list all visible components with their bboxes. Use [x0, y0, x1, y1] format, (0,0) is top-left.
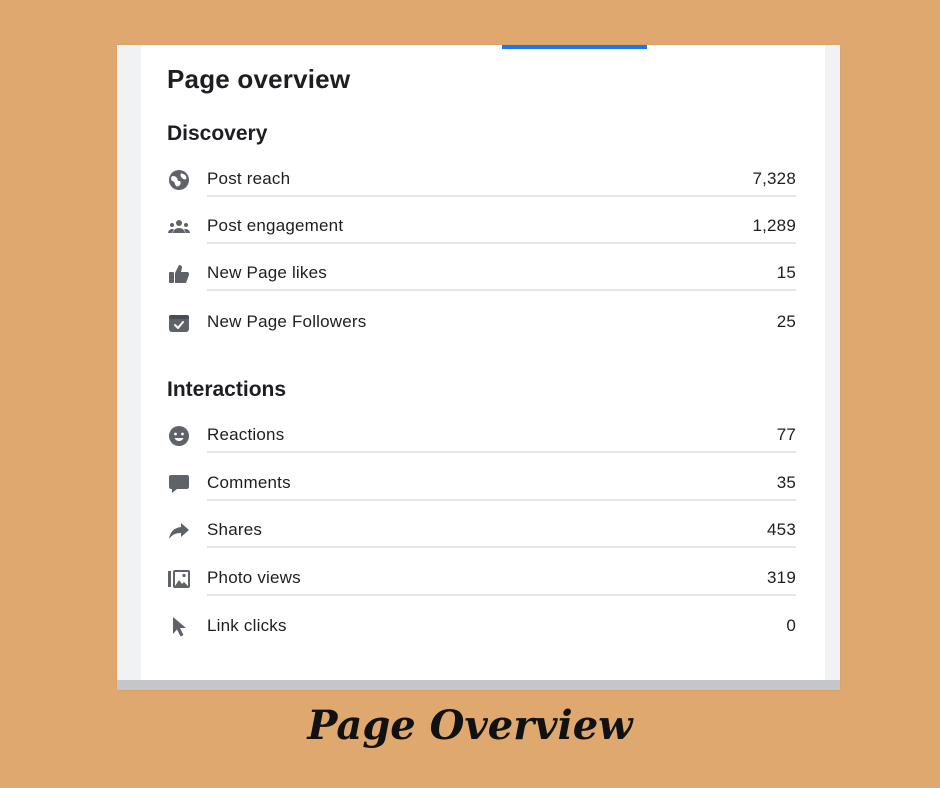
- share-arrow-icon: [164, 518, 194, 544]
- active-tab-indicator: [502, 45, 647, 49]
- metric-value: 15: [776, 263, 796, 282]
- metric-label: Photo views: [207, 568, 301, 587]
- metric-row-new-page-likes[interactable]: New Page likes 15: [164, 259, 796, 291]
- metric-value: 0: [786, 616, 796, 635]
- metric-row-post-engagement[interactable]: Post engagement 1,289: [164, 212, 796, 244]
- cursor-icon: [164, 614, 194, 640]
- metric-row-photo-views[interactable]: Photo views 319: [164, 564, 796, 596]
- metric-label: Post reach: [207, 169, 291, 188]
- comment-bubble-icon: [164, 471, 194, 497]
- metric-label: New Page Followers: [207, 312, 367, 331]
- page-title: Page overview: [167, 64, 351, 94]
- metric-label: Comments: [207, 473, 291, 492]
- frame-bottom-bar: [117, 680, 840, 690]
- metric-value: 319: [767, 568, 796, 587]
- smiley-icon: [164, 423, 194, 449]
- metric-value: 25: [776, 312, 796, 331]
- thumbs-up-icon: [164, 261, 194, 287]
- row-divider: [207, 451, 796, 453]
- caption-title: Page Overview: [307, 702, 633, 749]
- row-divider: [207, 594, 796, 596]
- metric-value: 77: [776, 425, 796, 444]
- row-divider: [207, 546, 796, 548]
- people-icon: [164, 214, 194, 240]
- metric-row-shares[interactable]: Shares 453: [164, 516, 796, 548]
- metric-value: 35: [776, 473, 796, 492]
- globe-icon: [164, 167, 194, 193]
- metric-value: 1,289: [752, 216, 796, 235]
- metric-label: Post engagement: [207, 216, 344, 235]
- metric-label: Shares: [207, 520, 263, 539]
- row-divider: [207, 499, 796, 501]
- section-title-discovery: Discovery: [167, 122, 268, 145]
- metric-value: 7,328: [752, 169, 796, 188]
- metric-label: Reactions: [207, 425, 285, 444]
- photo-icon: [164, 566, 194, 592]
- metric-row-link-clicks[interactable]: Link clicks 0: [164, 612, 796, 642]
- metric-row-post-reach[interactable]: Post reach 7,328: [164, 165, 796, 197]
- metric-row-comments[interactable]: Comments 35: [164, 469, 796, 501]
- row-divider: [207, 289, 796, 291]
- metric-row-new-page-followers[interactable]: New Page Followers 25: [164, 308, 796, 338]
- metric-row-reactions[interactable]: Reactions 77: [164, 421, 796, 453]
- metric-value: 453: [767, 520, 796, 539]
- row-divider: [207, 195, 796, 197]
- section-title-interactions: Interactions: [167, 378, 287, 401]
- metric-label: New Page likes: [207, 263, 327, 282]
- metric-label: Link clicks: [207, 616, 287, 635]
- row-divider: [207, 242, 796, 244]
- follow-checkmark-icon: [164, 310, 194, 336]
